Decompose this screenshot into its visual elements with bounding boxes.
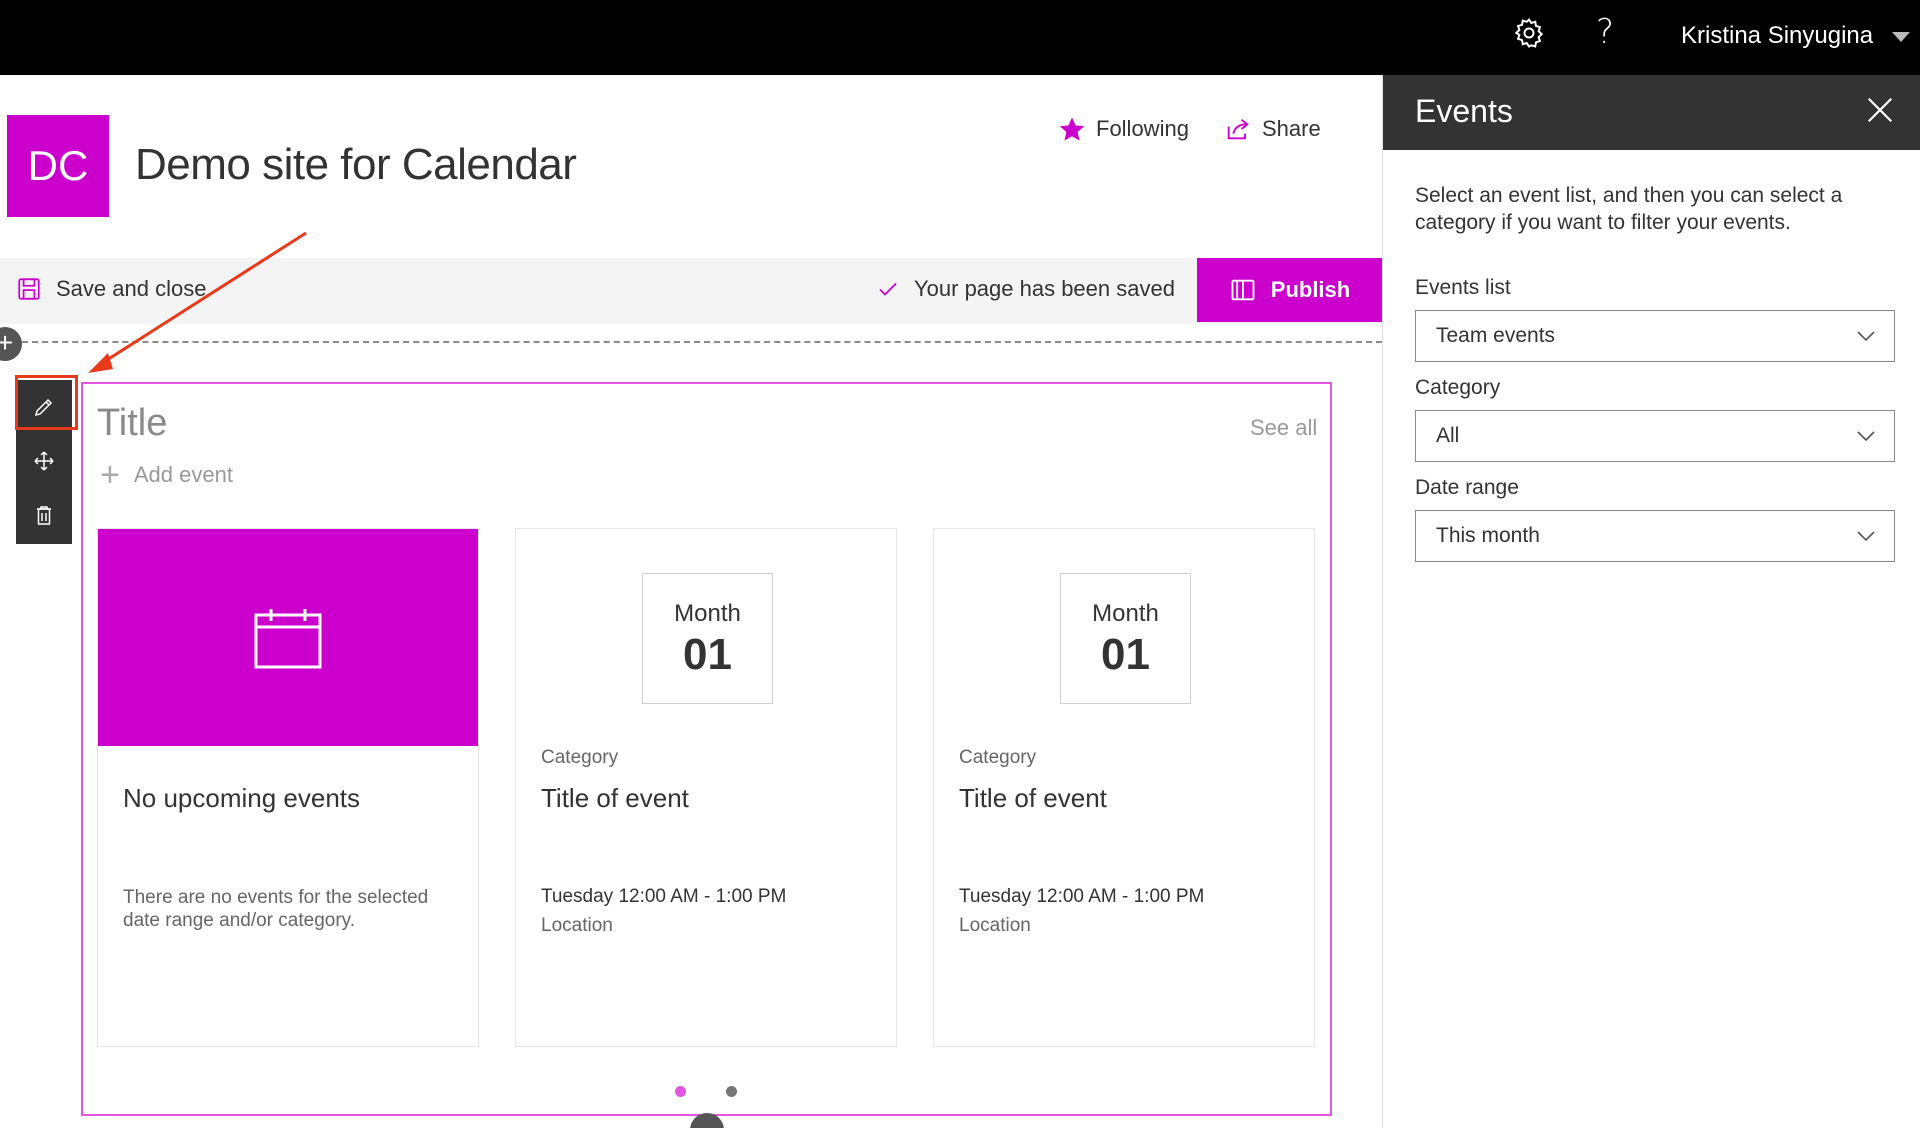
date-range-label: Date range [1415, 476, 1519, 499]
following-button[interactable]: Following [1058, 115, 1189, 143]
share-icon [1227, 118, 1249, 140]
panel-title: Events [1415, 93, 1513, 129]
publish-book-icon [1231, 279, 1255, 301]
date-month: Month [1092, 600, 1159, 627]
gear-icon[interactable] [1512, 16, 1546, 50]
events-list-label: Events list [1415, 276, 1511, 299]
date-range-dropdown[interactable]: This month [1415, 510, 1895, 562]
event-category: Category [541, 747, 619, 768]
site-title: Demo site for Calendar [135, 140, 577, 189]
annotation-arrow [88, 231, 307, 373]
plus-icon: + [100, 456, 120, 494]
pagination-dot-active[interactable] [675, 1086, 686, 1097]
chevron-down-icon [1857, 331, 1875, 342]
saved-status: Your page has been saved [876, 276, 1175, 302]
save-icon [18, 278, 40, 300]
pagination-dot[interactable] [726, 1086, 737, 1097]
event-title: Title of event [541, 783, 689, 813]
see-all-link[interactable]: See all [1250, 415, 1317, 441]
add-event-label: Add event [133, 462, 233, 487]
add-section-button[interactable]: + [0, 327, 22, 361]
card-hero [98, 529, 478, 746]
empty-card-heading: No upcoming events [123, 783, 361, 813]
date-day: 01 [1101, 630, 1150, 679]
share-button[interactable]: Share [1224, 115, 1321, 143]
panel-header: Events [1383, 75, 1920, 150]
checkmark-icon [879, 282, 897, 296]
site-logo[interactable]: DC [7, 115, 109, 217]
chevron-down-icon [1857, 531, 1875, 542]
panel-description: Select an event list, and then you can s… [1415, 184, 1843, 234]
move-icon [34, 451, 54, 471]
event-time: Tuesday 12:00 AM - 1:00 PM [541, 886, 787, 907]
annotation-highlight-box [15, 375, 78, 430]
event-card[interactable]: Month 01 Category Title of event Tuesday… [933, 528, 1315, 1047]
close-icon[interactable] [1865, 95, 1895, 125]
event-category: Category [959, 747, 1037, 768]
delete-webpart-button[interactable] [16, 488, 72, 542]
webpart-title[interactable]: Title [97, 402, 167, 445]
event-location: Location [959, 915, 1031, 936]
event-title: Title of event [959, 783, 1107, 813]
add-event-button[interactable]: + Add event [100, 456, 233, 494]
empty-card-description: There are no events for the selected dat… [123, 887, 429, 931]
events-list-value: Team events [1436, 324, 1556, 347]
saved-status-text: Your page has been saved [914, 276, 1175, 301]
category-value: All [1436, 424, 1460, 447]
date-box: Month 01 [642, 573, 773, 704]
event-card[interactable]: Month 01 Category Title of event Tuesday… [515, 528, 897, 1047]
date-box: Month 01 [1060, 573, 1191, 704]
caret-down-icon[interactable] [1892, 32, 1910, 42]
publish-button[interactable]: Publish [1197, 258, 1382, 322]
event-location: Location [541, 915, 613, 936]
date-range-value: This month [1436, 524, 1540, 547]
user-name[interactable]: Kristina Sinyugina [1681, 22, 1873, 50]
chevron-down-icon [1857, 431, 1875, 442]
events-property-panel: Events Select an event list, and then yo… [1382, 75, 1920, 1128]
event-time: Tuesday 12:00 AM - 1:00 PM [959, 886, 1205, 907]
help-icon[interactable]: ? [1596, 12, 1614, 52]
empty-events-card: No upcoming events There are no events f… [97, 528, 479, 1047]
category-dropdown[interactable]: All [1415, 410, 1895, 462]
share-label: Share [1262, 116, 1321, 141]
suite-bar: ? Kristina Sinyugina [0, 0, 1920, 75]
delete-trash-icon [37, 506, 51, 525]
move-webpart-button[interactable] [16, 434, 72, 488]
date-month: Month [674, 600, 741, 627]
publish-label: Publish [1270, 277, 1351, 302]
events-list-dropdown[interactable]: Team events [1415, 310, 1895, 362]
category-label: Category [1415, 376, 1501, 399]
calendar-icon [254, 608, 322, 668]
star-icon [1059, 117, 1085, 141]
date-day: 01 [683, 630, 732, 679]
following-label: Following [1096, 116, 1189, 141]
